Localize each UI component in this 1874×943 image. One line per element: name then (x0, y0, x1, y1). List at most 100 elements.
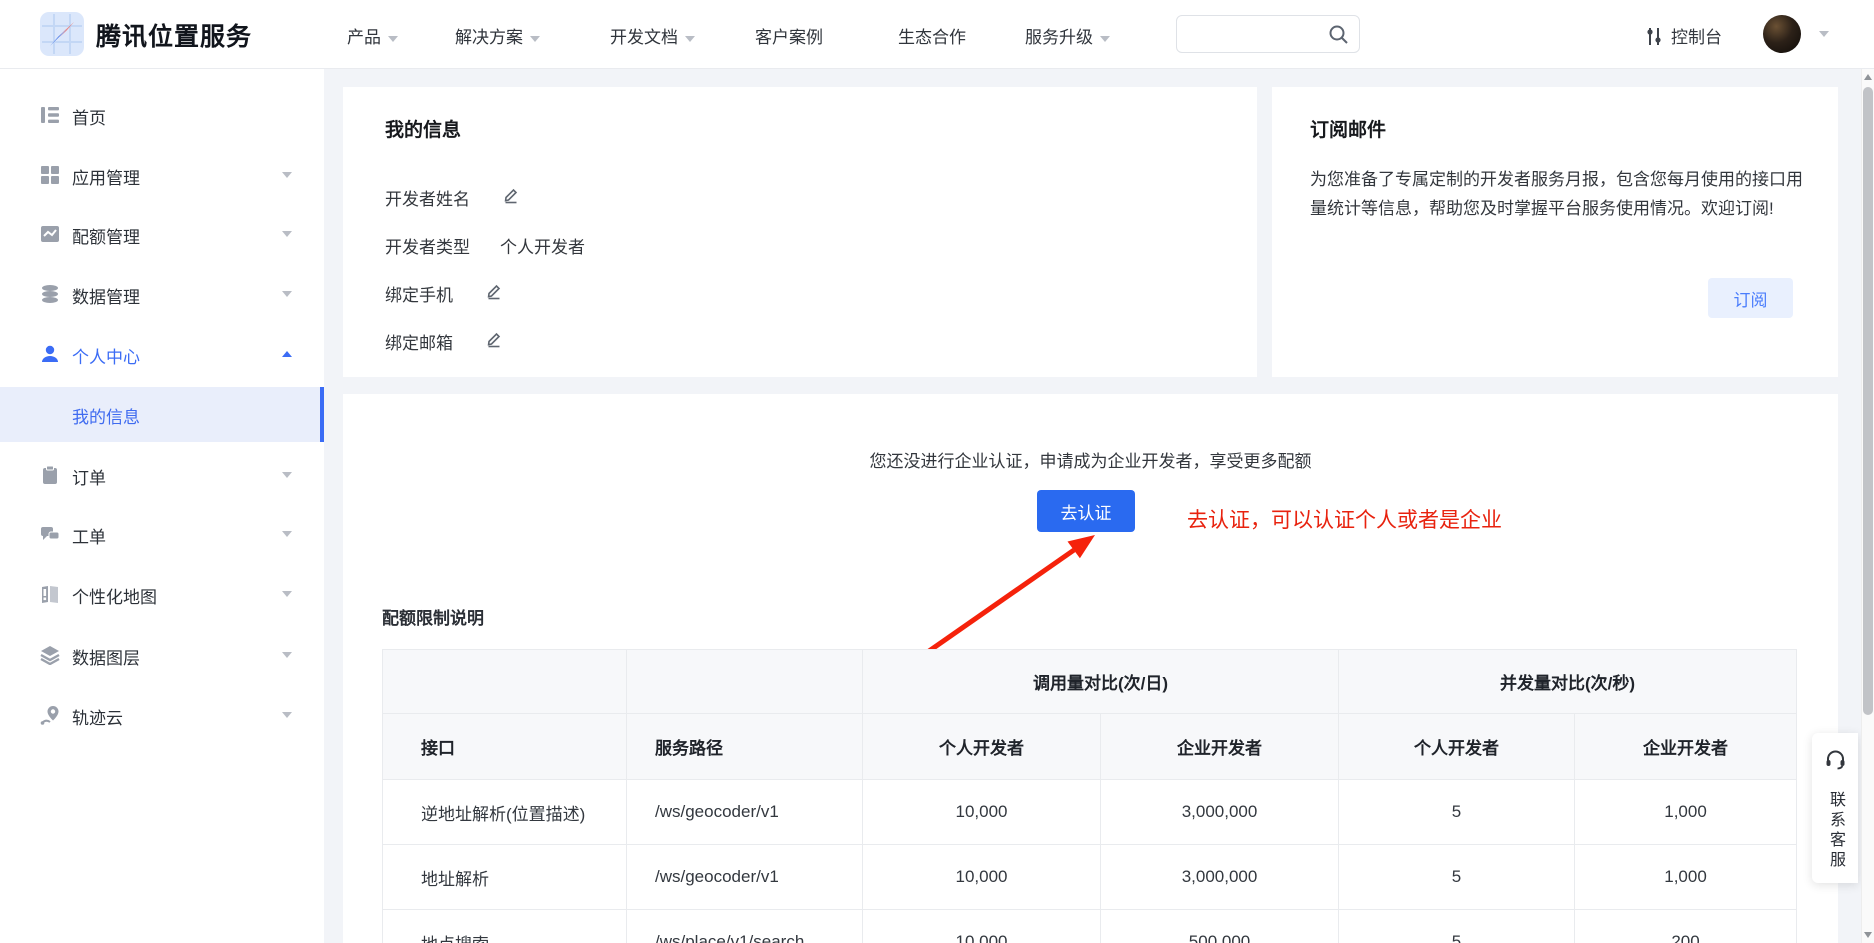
sidebar-item-quota-management[interactable]: 配额管理 (0, 214, 324, 254)
cell-api: 地址解析 (383, 845, 627, 910)
col-header-enterprise-qps: 企业开发者 (1575, 714, 1797, 780)
certification-quota-card: 您还没进行企业认证，申请成为企业开发者，享受更多配额 去认证 去认证，可以认证个… (343, 394, 1838, 943)
sidebar-item-track-cloud[interactable]: 轨迹云 (0, 695, 324, 735)
top-navbar: 腾讯位置服务 产品 解决方案 开发文档 客户案例 生态合作 服务升级 控制台 (0, 0, 1874, 69)
chevron-down-icon (282, 291, 292, 297)
quota-table-header-row: 接口 服务路径 个人开发者 企业开发者 个人开发者 企业开发者 (383, 714, 1797, 780)
sidebar-item-data-management[interactable]: 数据管理 (0, 274, 324, 314)
avatar[interactable] (1763, 15, 1801, 53)
main-content: 我的信息 开发者姓名 开发者类型 个人开发者 绑定手机 绑定邮箱 (324, 69, 1861, 943)
edit-pencil-icon[interactable] (502, 187, 519, 204)
cell-enterprise-daily: 3,000,000 (1101, 845, 1339, 910)
empty-header-cell (383, 650, 627, 714)
cell-personal-daily: 10,000 (863, 780, 1101, 845)
scrollbar-up-arrow-icon[interactable] (1864, 74, 1872, 80)
cell-enterprise-qps: 1,000 (1575, 845, 1797, 910)
brand-title: 腾讯位置服务 (96, 17, 252, 53)
chevron-up-icon (282, 351, 292, 357)
chevron-down-icon (282, 652, 292, 658)
track-pin-icon (40, 705, 60, 725)
nav-menu-ecosystem[interactable]: 生态合作 (898, 23, 966, 48)
col-header-personal-qps: 个人开发者 (1339, 714, 1575, 780)
cell-enterprise-qps: 200 (1575, 910, 1797, 943)
chevron-down-icon (388, 36, 398, 42)
layers-icon (40, 645, 60, 665)
subscribe-button[interactable]: 订阅 (1708, 278, 1793, 318)
cell-api: 逆地址解析(位置描述) (383, 780, 627, 845)
chevron-down-icon (282, 231, 292, 237)
profile-row-developer-type: 开发者类型 个人开发者 (385, 233, 470, 257)
sidebar-item-app-management[interactable]: 应用管理 (0, 155, 324, 195)
nav-menu-solutions[interactable]: 解决方案 (455, 23, 540, 48)
avatar-chevron-down-icon[interactable] (1819, 31, 1829, 37)
sliders-icon (1645, 27, 1663, 46)
group-header-concurrency: 并发量对比(次/秒) (1339, 650, 1797, 714)
cell-path: /ws/geocoder/v1 (627, 845, 863, 910)
table-row: 逆地址解析(位置描述) /ws/geocoder/v1 10,000 3,000… (383, 780, 1797, 845)
quota-table-group-header-row: 调用量对比(次/日) 并发量对比(次/秒) (383, 650, 1797, 714)
edit-pencil-icon[interactable] (485, 331, 502, 348)
user-icon (40, 344, 60, 364)
home-list-icon (40, 105, 60, 125)
nav-menu-docs[interactable]: 开发文档 (610, 23, 695, 48)
profile-row-bound-email: 绑定邮箱 (385, 329, 453, 353)
sidebar-item-home[interactable]: 首页 (0, 95, 324, 135)
chevron-down-icon (282, 712, 292, 718)
nav-menu-products[interactable]: 产品 (347, 23, 398, 48)
col-header-enterprise-daily: 企业开发者 (1101, 714, 1339, 780)
chevron-down-icon (282, 531, 292, 537)
developer-type-value: 个人开发者 (500, 233, 585, 258)
cell-personal-qps: 5 (1339, 910, 1575, 943)
chat-ticket-icon (40, 524, 60, 544)
search-icon[interactable] (1328, 24, 1349, 45)
profile-row-bound-phone: 绑定手机 (385, 281, 453, 305)
database-icon (40, 284, 60, 304)
go-certify-button[interactable]: 去认证 (1037, 490, 1135, 532)
quota-chart-icon (40, 224, 60, 244)
empty-header-cell (627, 650, 863, 714)
subscribe-card-title: 订阅邮件 (1310, 115, 1386, 142)
certification-notice: 您还没进行企业认证，申请成为企业开发者，享受更多配额 (343, 447, 1838, 472)
scrollbar-down-arrow-icon[interactable] (1864, 932, 1872, 938)
search-input[interactable] (1187, 18, 1327, 50)
table-row: 地址解析 /ws/geocoder/v1 10,000 3,000,000 5 … (383, 845, 1797, 910)
chevron-down-icon (1100, 36, 1110, 42)
cell-enterprise-daily: 500,000 (1101, 910, 1339, 943)
cell-personal-qps: 5 (1339, 845, 1575, 910)
edit-pencil-icon[interactable] (485, 283, 502, 300)
scrollbar-thumb[interactable] (1863, 87, 1873, 715)
chevron-down-icon (282, 591, 292, 597)
nav-menu-cases[interactable]: 客户案例 (755, 23, 823, 48)
cell-path: /ws/geocoder/v1 (627, 780, 863, 845)
sidebar-subitem-my-info[interactable]: 我的信息 (0, 387, 324, 442)
search-box (1176, 15, 1360, 53)
contact-support-label: 联系客服 (1823, 791, 1847, 871)
profile-card-title: 我的信息 (385, 115, 461, 142)
sidebar-item-custom-map[interactable]: 个性化地图 (0, 574, 324, 614)
col-header-api: 接口 (383, 714, 627, 780)
red-annotation-text: 去认证，可以认证个人或者是企业 (1187, 504, 1502, 534)
cell-api: 地点搜索 (383, 910, 627, 943)
headset-icon (1825, 749, 1846, 770)
apps-grid-icon (40, 165, 60, 185)
clipboard-order-icon (40, 465, 60, 485)
col-header-path: 服务路径 (627, 714, 863, 780)
console-link[interactable]: 控制台 (1645, 23, 1722, 48)
nav-menu-service-upgrade[interactable]: 服务升级 (1025, 23, 1110, 48)
sidebar-item-tickets[interactable]: 工单 (0, 514, 324, 554)
subscribe-card: 订阅邮件 为您准备了专属定制的开发者服务月报，包含您每月使用的接口用量统计等信息… (1272, 87, 1838, 377)
cell-personal-qps: 5 (1339, 780, 1575, 845)
brand-logo-compass-icon[interactable] (40, 12, 84, 56)
vertical-scrollbar[interactable] (1861, 69, 1874, 943)
profile-card: 我的信息 开发者姓名 开发者类型 个人开发者 绑定手机 绑定邮箱 (343, 87, 1257, 377)
sidebar-item-data-layers[interactable]: 数据图层 (0, 635, 324, 675)
sidebar-item-orders[interactable]: 订单 (0, 455, 324, 495)
cell-enterprise-daily: 3,000,000 (1101, 780, 1339, 845)
cell-path: /ws/place/v1/search (627, 910, 863, 943)
group-header-daily-calls: 调用量对比(次/日) (863, 650, 1339, 714)
sidebar-item-personal-center[interactable]: 个人中心 (0, 334, 324, 374)
quota-table: 调用量对比(次/日) 并发量对比(次/秒) 接口 服务路径 个人开发者 企业开发… (382, 649, 1797, 943)
contact-support-widget[interactable]: 联系客服 (1812, 733, 1858, 883)
chevron-down-icon (685, 36, 695, 42)
profile-row-developer-name: 开发者姓名 (385, 185, 470, 209)
